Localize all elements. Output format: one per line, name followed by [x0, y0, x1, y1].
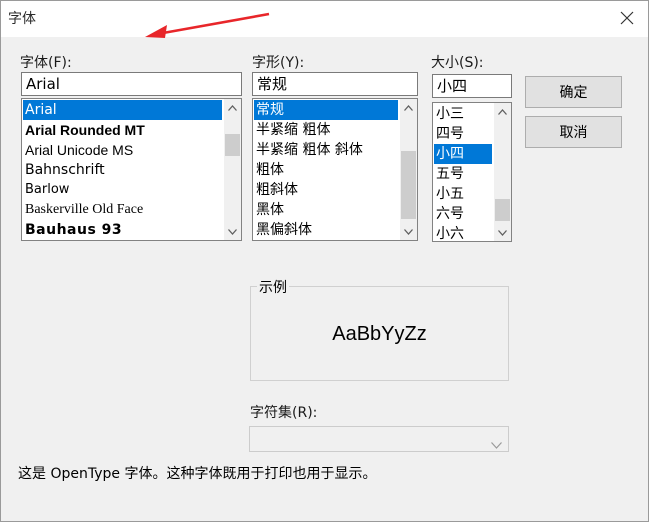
scroll-thumb[interactable] [401, 151, 416, 219]
scroll-up-icon[interactable] [400, 99, 417, 116]
charset-label: 字符集(R): [250, 405, 318, 421]
scroll-down-icon[interactable] [400, 223, 417, 240]
style-list-item[interactable]: 粗体 [254, 160, 398, 180]
font-list-item[interactable]: Bauhaus 93 [23, 220, 222, 240]
style-label: 字形(Y): [252, 55, 305, 71]
scroll-up-icon[interactable] [224, 99, 241, 116]
cancel-button[interactable]: 取消 [525, 116, 622, 148]
ok-button[interactable]: 确定 [525, 76, 622, 108]
size-label: 大小(S): [431, 55, 484, 71]
font-list-item[interactable]: Barlow [23, 180, 222, 200]
font-list-item[interactable]: Baskerville Old Face [23, 200, 222, 220]
scroll-thumb[interactable] [225, 134, 240, 156]
dropdown-arrow-icon[interactable] [491, 434, 502, 453]
size-list-item[interactable]: 小五 [434, 184, 492, 204]
style-list-scrollbar[interactable] [400, 99, 417, 240]
style-list-item[interactable]: 半紧缩 粗体 [254, 120, 398, 140]
font-label: 字体(F): [20, 55, 72, 71]
sample-label: 示例 [257, 277, 289, 297]
scroll-thumb[interactable] [495, 199, 510, 221]
size-list[interactable]: 小三 四号 小四 五号 小五 六号 小六 [432, 102, 512, 242]
style-list[interactable]: 常规 半紧缩 粗体 半紧缩 粗体 斜体 粗体 粗斜体 黑体 黑偏斜体 [252, 98, 418, 241]
style-input[interactable]: 常规 [252, 72, 418, 96]
size-list-item[interactable]: 六号 [434, 204, 492, 224]
close-icon[interactable] [616, 7, 638, 29]
font-list-scrollbar[interactable] [224, 99, 241, 240]
style-list-item[interactable]: 黑偏斜体 [254, 220, 398, 240]
font-description: 这是 OpenType 字体。这种字体既用于打印也用于显示。 [18, 466, 377, 482]
font-dialog: 字体 字体(F): Arial Arial Arial Rounded MT A… [0, 0, 649, 522]
charset-select[interactable] [249, 426, 509, 452]
size-list-item[interactable]: 小四 [434, 144, 492, 164]
size-list-item[interactable]: 小三 [434, 104, 492, 124]
title-bar: 字体 [1, 1, 648, 37]
font-list-item[interactable]: Arial [23, 100, 222, 120]
size-list-scrollbar[interactable] [494, 103, 511, 241]
dialog-title: 字体 [8, 11, 36, 27]
style-list-item[interactable]: 粗斜体 [254, 180, 398, 200]
size-list-item[interactable]: 四号 [434, 124, 492, 144]
style-list-item[interactable]: 半紧缩 粗体 斜体 [254, 140, 398, 160]
scroll-down-icon[interactable] [494, 224, 511, 241]
font-list-item[interactable]: Bahnschrift [23, 160, 222, 180]
font-input[interactable]: Arial [21, 72, 242, 96]
scroll-down-icon[interactable] [224, 223, 241, 240]
style-list-item[interactable]: 黑体 [254, 200, 398, 220]
annotation-arrow [145, 12, 270, 38]
style-list-item[interactable]: 常规 [254, 100, 398, 120]
size-list-item[interactable]: 五号 [434, 164, 492, 184]
font-list-item[interactable]: Arial Rounded MT [23, 120, 222, 140]
scroll-up-icon[interactable] [494, 103, 511, 120]
font-list-item[interactable]: Arial Unicode MS [23, 140, 222, 160]
font-list[interactable]: Arial Arial Rounded MT Arial Unicode MS … [21, 98, 242, 241]
size-input[interactable]: 小四 [432, 74, 512, 98]
size-list-item[interactable]: 小六 [434, 224, 492, 241]
sample-text: AaBbYyZz [332, 323, 427, 345]
